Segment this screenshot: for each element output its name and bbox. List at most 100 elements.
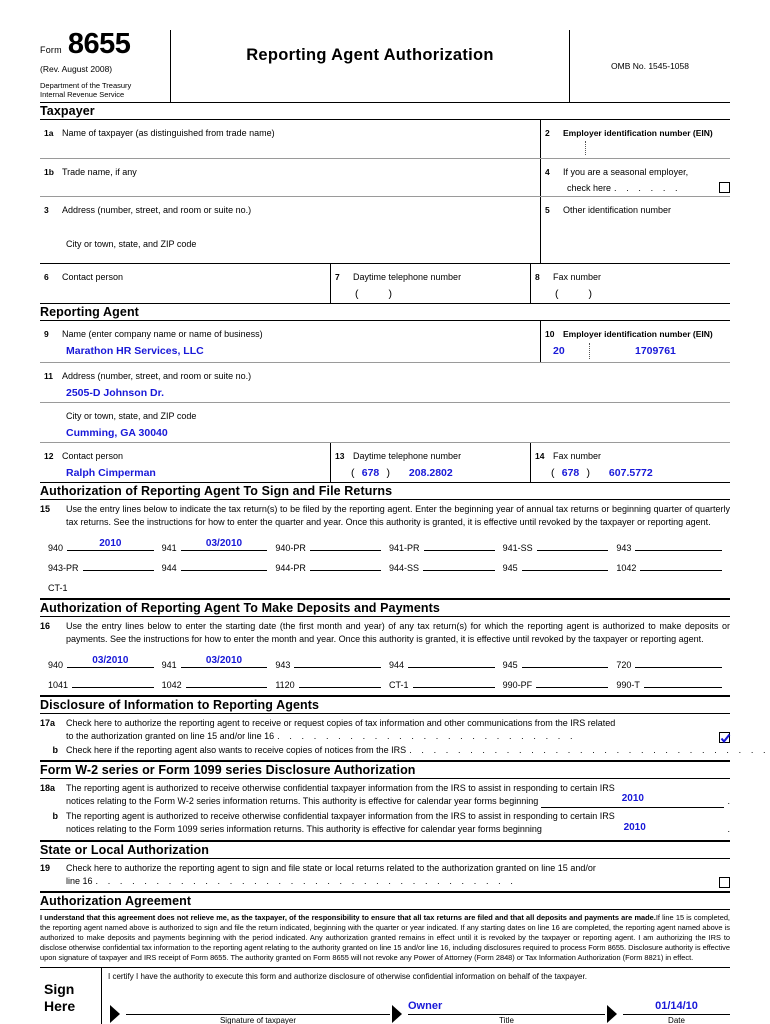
entry-write-line[interactable] [82,559,154,572]
field-agent-address[interactable]: 11 Address (number, street, and room or s… [40,363,730,402]
line-number-17b: b [52,745,59,756]
entry-item-941-pr[interactable]: 941-PR [389,536,503,556]
agreement-text: I understand that this agreement does no… [40,910,730,967]
entry-write-line[interactable] [536,539,609,552]
entry-item-ct-1[interactable]: CT-1 [389,673,503,693]
signature-line-row: Signature of taxpayer Owner Title 01/14/… [108,995,730,1024]
field-agent-contact-person[interactable]: 12 Contact person Ralph Cimperman [40,443,330,482]
entry-item-990-pf[interactable]: 990-PF [503,673,617,693]
field-taxpayer-phone[interactable]: 7 Daytime telephone number () [330,264,530,303]
title-field[interactable]: Owner Title [408,995,605,1024]
entry-item-945[interactable]: 945 [503,653,617,673]
field-number-10: 10 [545,329,555,339]
entry-write-line[interactable] [643,676,722,689]
field-agent-fax[interactable]: 14 Fax number (678) 607.5772 [530,443,730,482]
entry-write-line[interactable] [635,539,722,552]
entry-item-940-pr[interactable]: 940-PR [275,536,389,556]
entry-item-944[interactable]: 944 [162,556,276,576]
signature-field[interactable]: Signature of taxpayer [126,995,390,1024]
entry-item-943-pr[interactable]: 943-PR [48,556,162,576]
entry-write-line[interactable] [180,559,268,572]
leader-dots-19: . . . . . . . . . . . . . . . . . . . . … [95,875,517,886]
field-value-10-suffix: 1709761 [635,345,676,357]
entry-write-line[interactable] [298,676,381,689]
title-group: Owner Title [390,995,605,1024]
entry-item-1041[interactable]: 1041 [48,673,162,693]
entry-write-line[interactable] [635,656,722,669]
entry-grid-line-16[interactable]: 940 03/2010 941 03/2010 943 944 945 720 1041 1042… [40,649,730,695]
entry-code-label: CT-1 [388,680,409,691]
checkbox-17a[interactable] [719,732,731,744]
entry-item-945[interactable]: 945 [503,556,617,576]
entry-write-line[interactable] [72,579,154,591]
field-taxpayer-fax[interactable]: 8 Fax number () [530,264,730,303]
entry-write-line[interactable] [423,539,495,552]
entry-write-line[interactable] [521,559,609,572]
field-value-13-number: 208.2802 [408,467,453,479]
entry-write-line[interactable] [521,656,609,669]
disclosure-17b-text: Check here if the reporting agent also w… [66,745,407,756]
entry-item-943[interactable]: 943 [616,536,730,556]
field-trade-name[interactable]: 1b Trade name, if any [40,159,540,196]
entry-item-944-pr[interactable]: 944-PR [275,556,389,576]
sign-here-label: Sign Here [40,967,102,1024]
entry-write-line[interactable] [185,676,268,689]
checkbox-seasonal-employer[interactable] [719,182,730,193]
field-other-id-number[interactable]: 5 Other identification number [540,197,730,231]
field-number-5: 5 [545,205,550,215]
date-caption: Date [668,1015,685,1024]
entry-write-line[interactable] [309,559,381,572]
entry-item-943[interactable]: 943 [275,653,389,673]
entry-item-720[interactable]: 720 [616,653,730,673]
date-field[interactable]: 01/14/10 Date [623,995,730,1024]
entry-item-944[interactable]: 944 [389,653,503,673]
entry-write-line[interactable] [640,559,722,572]
entry-item-941[interactable]: 941 03/2010 [162,536,276,556]
entry-grid-line-15[interactable]: 940 2010 941 03/2010 940-PR 941-PR 941-SS 943 94… [40,532,730,598]
entry-item-1042[interactable]: 1042 [616,556,730,576]
field-taxpayer-contact-person[interactable]: 6 Contact person [40,264,330,303]
w2-18b-period: . [727,824,730,835]
field-agent-city[interactable]: City or town, state, and ZIP code Cummin… [40,403,730,442]
entry-write-line[interactable] [72,676,154,689]
field-label-7: Daytime telephone number [353,272,462,282]
field-seasonal-employer[interactable]: 4 If you are a seasonal employer, check h… [540,159,730,196]
entry-item-1042[interactable]: 1042 [162,673,276,693]
entry-write-line[interactable]: 03/2010 [180,656,268,669]
entry-item-944-ss[interactable]: 944-SS [389,556,503,576]
entry-write-line[interactable] [412,676,495,689]
field-agent-name[interactable]: 9 Name (enter company name or name of bus… [40,321,540,362]
field-number-4: 4 [545,167,550,177]
entry-code-label: 940 [48,660,64,671]
field-agent-phone[interactable]: 13 Daytime telephone number (678) 208.280… [330,443,530,482]
field-number-6: 6 [44,272,49,282]
entry-write-line[interactable] [423,559,495,572]
section-heading-agreement: Authorization Agreement [40,890,730,909]
entry-write-line[interactable]: 2010 [67,539,154,552]
agent-row-contact: 12 Contact person Ralph Cimperman 13 Dayti… [40,442,730,482]
field-number-9: 9 [44,329,49,339]
entry-item-ct-1[interactable]: CT-1 [48,576,162,596]
field-taxpayer-name[interactable]: 1a Name of taxpayer (as distinguished fro… [40,120,540,158]
entry-item-941[interactable]: 941 03/2010 [162,653,276,673]
field-taxpayer-city[interactable]: City or town, state, and ZIP code [40,231,540,263]
entry-write-line[interactable] [408,656,495,669]
checkbox-19[interactable] [719,876,730,888]
entry-item-990-t[interactable]: 990-T [616,673,730,693]
entry-write-line[interactable] [309,539,381,552]
field-agent-ein[interactable]: 10 Employer identification number (EIN) 2… [540,321,730,362]
entry-write-line[interactable]: 03/2010 [180,539,268,552]
entry-item-940[interactable]: 940 03/2010 [48,653,162,673]
entry-item-1120[interactable]: 1120 [275,673,389,693]
field-taxpayer-address[interactable]: 3 Address (number, street, and room or su… [40,197,540,231]
entry-item-941-ss[interactable]: 941-SS [503,536,617,556]
entry-code-label: 720 [616,660,632,671]
w2-18b-entry-line[interactable]: 2010 [545,822,725,837]
entry-write-line[interactable] [294,656,381,669]
field-label-4-line1: If you are a seasonal employer, [563,167,689,177]
field-taxpayer-ein[interactable]: 2 Employer identification number (EIN) [540,120,730,158]
entry-write-line[interactable]: 03/2010 [67,656,154,669]
entry-item-940[interactable]: 940 2010 [48,536,162,556]
entry-write-line[interactable] [536,676,609,689]
w2-18a-entry-line[interactable]: 2010 [541,793,725,809]
